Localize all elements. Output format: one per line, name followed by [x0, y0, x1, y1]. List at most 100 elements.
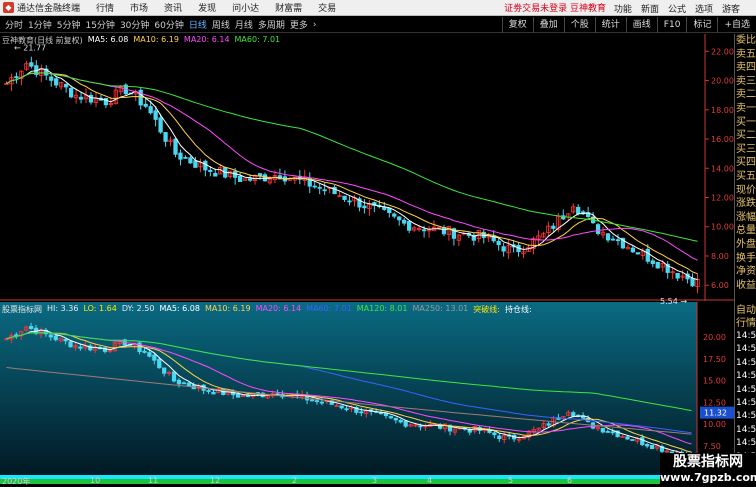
tick-time-1: 14:56 [736, 344, 756, 355]
watermark-title: 股票指标网 [673, 454, 743, 470]
sub-candle-body [388, 416, 394, 419]
period-15min[interactable]: 15分钟 [85, 18, 114, 31]
menu-discover[interactable]: 发现 [198, 1, 216, 14]
candle-body [402, 219, 407, 224]
menu-trade[interactable]: 交易 [318, 1, 336, 14]
app-title: 通达信金融终端 [17, 4, 81, 14]
period-weekly[interactable]: 周线 [212, 18, 230, 31]
auto-label[interactable]: 自动 [735, 304, 756, 317]
more-chevron-icon[interactable]: › [313, 20, 317, 30]
period-1min[interactable]: 1分钟 [28, 18, 52, 31]
sub-candle-body [63, 338, 68, 342]
candle-body [655, 261, 660, 269]
menu-options[interactable]: 选项 [695, 2, 713, 15]
hi-value: HI: 3.36 [47, 304, 79, 313]
y-tick-label: 14.00 [711, 164, 734, 173]
menu-quote[interactable]: 行情 [96, 1, 114, 14]
candle-body [630, 247, 636, 253]
y-tick-label: 6.00 [711, 281, 729, 290]
sub-candle-body [398, 419, 403, 423]
quote-field-10: 买五 [736, 170, 756, 182]
sub-candle-body [610, 431, 615, 434]
menu-wealth[interactable]: 财富需 [275, 1, 302, 14]
ma10-value: MA10: 6.19 [133, 35, 179, 44]
f10-button[interactable]: F10 [656, 17, 687, 33]
candle-body [392, 213, 397, 217]
hold-line: 持仓线: [504, 305, 532, 314]
period-toolbar: 分时 1分钟 5分钟 15分钟 30分钟 60分钟 日线 周线 月线 多周期 更… [0, 17, 756, 33]
sub-candle-body [211, 391, 216, 395]
tick-time-0: 14:56 [736, 331, 756, 341]
date-tick-2: 11 [148, 476, 159, 485]
menu-formula[interactable]: 公式 [668, 2, 686, 15]
chart-area[interactable]: ← 21.77 5.54 → 22.00 20.00 18.00 16.00 14.00 1… [0, 34, 734, 487]
candle-body [88, 94, 94, 103]
stock-title: 豆神教育(日线 前复权) [2, 36, 83, 45]
period-30min[interactable]: 30分钟 [120, 18, 149, 31]
sub-y-tick-label: 7.50 [703, 442, 721, 451]
date-axis: 2020年 10 11 12 2 3 4 5 6 [0, 476, 662, 487]
candle-body [178, 152, 183, 160]
sub-candle-body [319, 401, 325, 404]
period-5min[interactable]: 5分钟 [57, 18, 81, 31]
candle-body [407, 221, 412, 231]
menu-market[interactable]: 市场 [130, 1, 148, 14]
menu-function[interactable]: 功能 [614, 2, 632, 15]
add-watchlist-button[interactable]: +自选 [717, 17, 756, 33]
adjust-button[interactable]: 复权 [501, 17, 533, 33]
period-more[interactable]: 更多 [290, 18, 308, 31]
tick-time-8: 14:56 [736, 438, 756, 449]
sub-candle-body [309, 399, 315, 402]
sub-candle-body [600, 427, 605, 433]
stats-button[interactable]: 统计 [594, 17, 626, 33]
menu-new[interactable]: 新面 [641, 2, 659, 15]
date-tick-6: 4 [427, 476, 433, 485]
sub-candle-body [171, 371, 177, 382]
quote-label: 行情 [736, 318, 756, 329]
sub-candle-body [78, 346, 83, 349]
sub-ma60: MA60: 7.01 [306, 304, 352, 313]
guest-label[interactable]: 游客 [722, 2, 740, 15]
sub-candle-body [162, 367, 167, 374]
y-tick-label: 8.00 [711, 252, 729, 261]
candle-body [362, 205, 367, 209]
candle-body [595, 224, 601, 234]
quote-field-17: 净资 [736, 266, 756, 278]
quote-field-16: 换手 [736, 252, 756, 264]
watermark-logo: 股票指标网 www.7gpzb.com [660, 453, 756, 487]
candle-body [153, 110, 158, 120]
date-tick-0: 2020年 [2, 477, 31, 486]
candle-body [257, 173, 263, 177]
period-daily[interactable]: 日线 [189, 18, 207, 31]
candle-body [645, 248, 650, 262]
candle-body [610, 238, 616, 241]
menu-news[interactable]: 资讯 [164, 1, 182, 14]
period-multi[interactable]: 多周期 [258, 18, 285, 31]
candle-body [213, 172, 218, 177]
kline-chart[interactable]: ← 21.775.54 → 22.0020.0018.0016.0014.001… [0, 34, 734, 487]
period-intraday[interactable]: 分时 [5, 18, 23, 31]
stock-button[interactable]: 个股 [563, 17, 595, 33]
quote-field-12: 涨跌 [736, 198, 756, 210]
draw-button[interactable]: 画线 [625, 17, 657, 33]
overlay-button[interactable]: 叠加 [532, 17, 564, 33]
sub-candle-body [625, 436, 630, 440]
sub-y-tick-label: 20.00 [703, 333, 726, 342]
period-monthly[interactable]: 月线 [235, 18, 253, 31]
candle-body [312, 185, 317, 188]
lo-value: LO: 1.64 [83, 304, 117, 313]
mark-button[interactable]: 标记 [686, 17, 717, 33]
sub-candle-body [14, 334, 19, 337]
sub-candle-body [206, 390, 211, 392]
date-tick-4: 2 [292, 476, 298, 485]
sub-y-tick-label: 10.00 [703, 420, 726, 429]
title-bar: ◆ 通达信金融终端 行情 市场 资讯 发现 问小达 财富需 交易 证劵交易未登录… [0, 0, 756, 16]
candle-body [143, 103, 148, 107]
quote-field-2: 卖四 [736, 62, 756, 74]
period-60min[interactable]: 60分钟 [154, 18, 183, 31]
quote-field-5: 卖一 [736, 102, 756, 114]
candle-body [203, 160, 208, 171]
login-promo[interactable]: 证劵交易未登录 豆神教育 [504, 1, 606, 14]
candle-body [347, 200, 352, 203]
menu-ask[interactable]: 问小达 [232, 1, 259, 14]
